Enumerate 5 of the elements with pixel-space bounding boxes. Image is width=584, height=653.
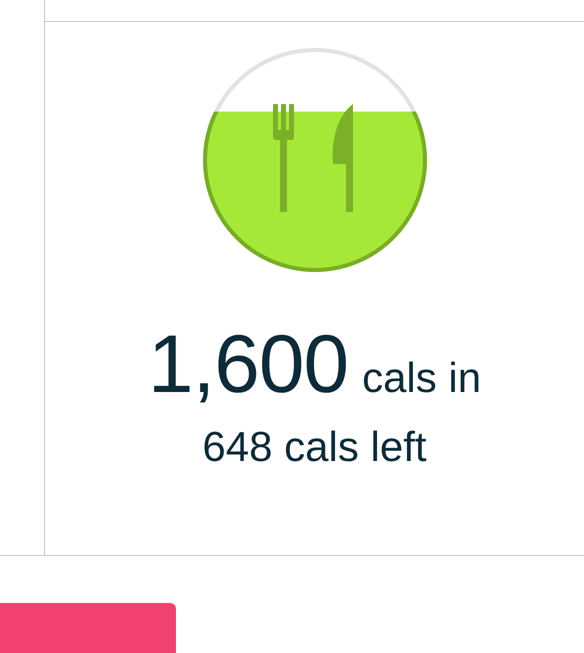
calories-in-unit: cals in <box>362 356 482 399</box>
food-meter-icon <box>201 46 429 274</box>
calories-left-text: 648 cals left <box>202 426 427 468</box>
calories-in-value: 1,600 <box>148 324 348 406</box>
action-button[interactable] <box>0 603 176 653</box>
